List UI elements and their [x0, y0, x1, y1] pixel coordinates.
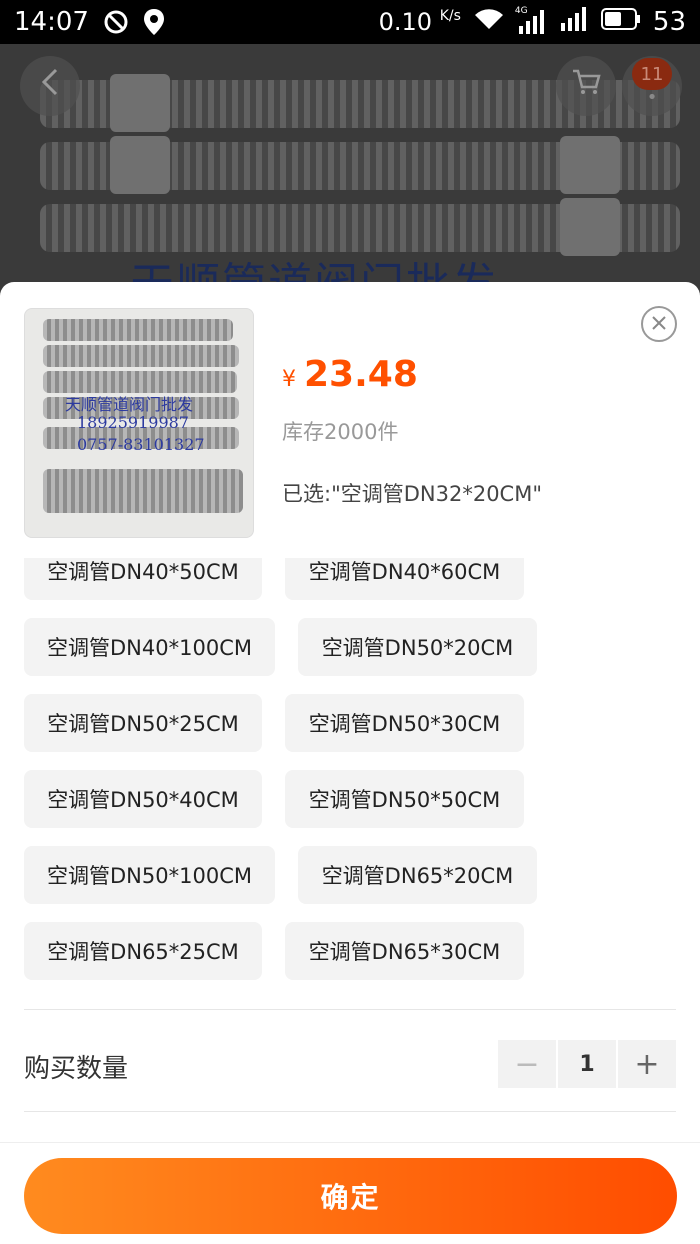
network-speed: 0.10 K/s [378, 8, 461, 36]
product-thumbnail: 天顺管道阀门批发 18925919987 0757-83101327 [24, 308, 254, 538]
status-time: 14:07 [14, 7, 89, 37]
network-type-label: 4G [514, 6, 528, 16]
sku-option[interactable]: 空调管DN40*50CM [24, 558, 262, 600]
wifi-icon [473, 7, 505, 38]
back-button[interactable] [20, 56, 80, 116]
sku-option[interactable]: 空调管DN50*25CM [24, 694, 262, 752]
sku-option[interactable]: 空调管DN65*20CM [298, 846, 537, 904]
thumb-watermark-line: 天顺管道阀门批发 [65, 395, 194, 414]
divider [24, 1111, 676, 1112]
quantity-increase-button[interactable]: + [618, 1040, 676, 1088]
location-icon [143, 8, 165, 36]
stock-text: 库存2000件 [282, 420, 399, 444]
cart-button[interactable] [556, 56, 616, 116]
sku-option[interactable]: 空调管DN50*100CM [24, 846, 275, 904]
sku-options: 空调管DN40*50CM 空调管DN40*60CM 空调管DN40*100CM … [0, 558, 700, 988]
quantity-stepper: − 1 + [498, 1040, 678, 1088]
thumb-watermark-line: 0757-83101327 [77, 435, 205, 454]
sku-option[interactable]: 空调管DN50*50CM [285, 770, 524, 828]
sku-option[interactable]: 空调管DN65*30CM [285, 922, 524, 980]
sku-option[interactable]: 空调管DN50*40CM [24, 770, 262, 828]
status-bar: 14:07 0.10 K/s 4G 53 [0, 0, 700, 44]
sku-option[interactable]: 空调管DN65*25CM [24, 922, 262, 980]
quantity-value[interactable]: 1 [558, 1040, 616, 1088]
battery-icon [600, 7, 641, 37]
cart-icon [571, 68, 601, 104]
thumb-watermark-line: 18925919987 [77, 413, 189, 432]
sku-option[interactable]: 空调管DN40*100CM [24, 618, 275, 676]
signal-icon [559, 6, 589, 38]
selected-sku-text: 已选:"空调管DN32*20CM" [282, 482, 542, 506]
currency-symbol: ¥ [282, 367, 296, 392]
price: ¥ 23.48 [282, 354, 418, 395]
confirm-button[interactable]: 确定 [24, 1158, 677, 1234]
sku-option[interactable]: 空调管DN50*20CM [298, 618, 537, 676]
do-not-disturb-icon [103, 9, 129, 35]
cart-badge: 11 [632, 58, 672, 90]
signal-4g-icon: 4G [515, 6, 547, 34]
quantity-label: 购买数量 [24, 1054, 129, 1084]
price-value: 23.48 [304, 354, 418, 395]
sku-selection-sheet: 天顺管道阀门批发 18925919987 0757-83101327 ¥ 23.… [0, 282, 700, 1244]
quantity-decrease-button[interactable]: − [498, 1040, 556, 1088]
sku-option[interactable]: 空调管DN50*30CM [285, 694, 524, 752]
close-button[interactable] [641, 306, 677, 342]
sku-option[interactable]: 空调管DN40*60CM [285, 558, 524, 600]
chevron-left-icon [40, 68, 60, 104]
close-icon [651, 312, 667, 337]
divider [24, 1009, 676, 1010]
divider [0, 1142, 700, 1143]
battery-level: 53 [652, 7, 686, 37]
